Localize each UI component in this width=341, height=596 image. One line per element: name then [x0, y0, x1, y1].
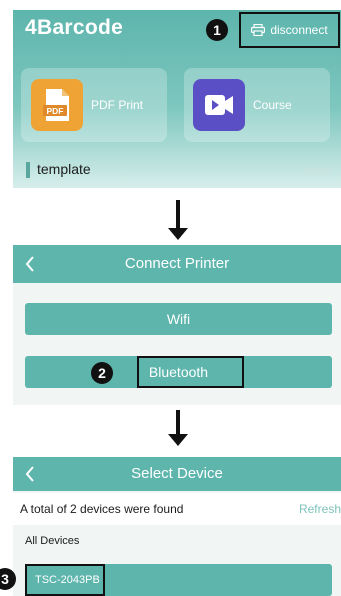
pdf-print-card[interactable]: PDF PDF Print	[21, 68, 167, 142]
down-arrow-icon	[168, 410, 188, 450]
svg-text:PDF: PDF	[47, 106, 64, 116]
device-list-item[interactable]: TSC-2043PB	[25, 564, 332, 596]
down-arrow-icon	[168, 200, 188, 240]
pdf-print-label: PDF Print	[91, 98, 144, 112]
step-marker-1: 1	[206, 19, 228, 41]
printer-icon	[251, 24, 266, 36]
pdf-icon: PDF	[31, 79, 83, 131]
select-device-navbar: Select Device	[13, 457, 341, 491]
video-icon	[193, 79, 245, 131]
step-marker-2: 2	[91, 362, 113, 384]
page-title: Connect Printer	[124, 255, 230, 272]
disconnect-button[interactable]: disconnect	[239, 12, 340, 48]
home-screen: 4Barcode disconnect PDF PDF Print Course…	[13, 10, 341, 188]
device-highlight-box: TSC-2043PB	[25, 564, 105, 596]
more-link[interactable]: more	[304, 164, 331, 178]
refresh-button[interactable]: Refresh	[299, 502, 341, 516]
bluetooth-button[interactable]: Bluetooth	[25, 356, 332, 388]
template-heading: template	[37, 161, 91, 177]
device-name: TSC-2043PB	[35, 574, 100, 586]
wifi-button[interactable]: Wifi	[25, 303, 332, 335]
wifi-label: Wifi	[166, 311, 191, 327]
course-label: Course	[253, 98, 292, 112]
bluetooth-highlight-box	[137, 356, 244, 388]
template-section-marker	[26, 162, 30, 178]
select-device-screen: Select Device A total of 2 devices were …	[13, 457, 341, 596]
devices-found-row: A total of 2 devices were found Refresh	[13, 493, 341, 525]
disconnect-label: disconnect	[270, 23, 328, 37]
page-title: Select Device	[131, 465, 223, 482]
app-title: 4Barcode	[25, 16, 124, 39]
all-devices-heading: All Devices	[25, 535, 80, 547]
course-card[interactable]: Course	[184, 68, 330, 142]
connect-printer-navbar: Connect Printer	[13, 245, 341, 283]
devices-found-text: A total of 2 devices were found	[20, 502, 184, 516]
connect-printer-screen: Connect Printer Wifi Bluetooth	[13, 245, 341, 405]
